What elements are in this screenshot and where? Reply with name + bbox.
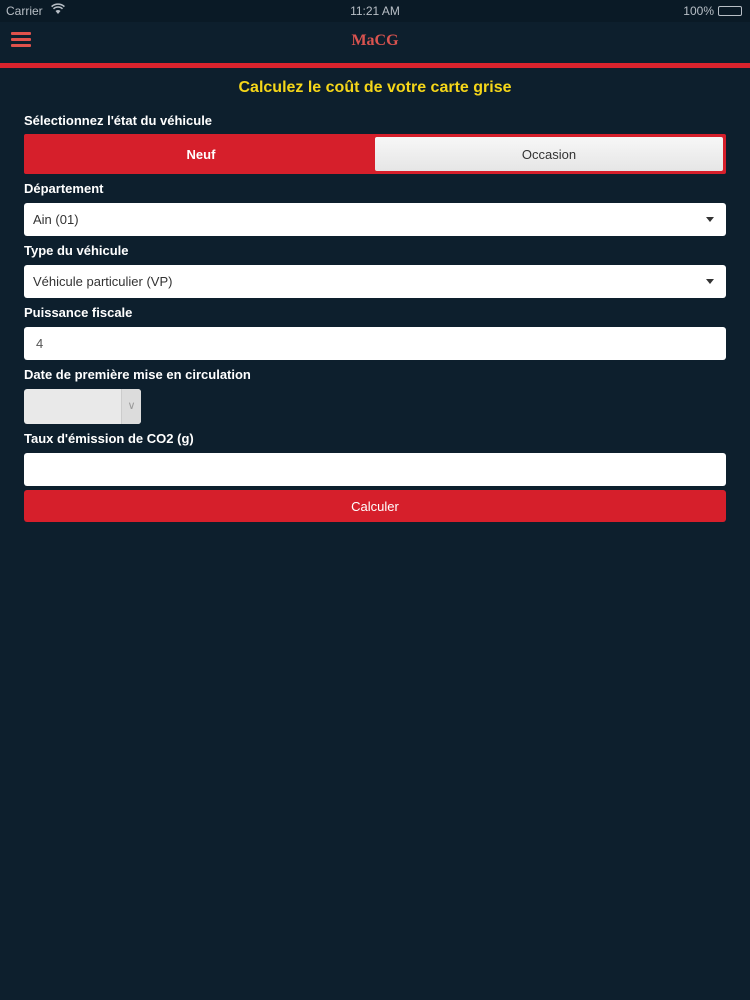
app-title: MaCG bbox=[351, 32, 399, 49]
vehicle-type-label: Type du véhicule bbox=[24, 243, 129, 258]
first-registration-date-picker[interactable]: ∨ bbox=[24, 389, 141, 424]
chevron-down-icon bbox=[706, 217, 714, 222]
department-select[interactable]: Ain (01) bbox=[24, 203, 726, 236]
vehicle-type-select[interactable]: Véhicule particulier (VP) bbox=[24, 265, 726, 298]
first-registration-label: Date de première mise en circulation bbox=[24, 367, 251, 382]
option-neuf-button[interactable]: Neuf bbox=[27, 137, 375, 171]
chevron-down-icon: ∨ bbox=[121, 389, 141, 424]
co2-input[interactable] bbox=[24, 453, 726, 486]
status-bar: Carrier 11:21 AM 100% bbox=[0, 0, 750, 22]
navigation-bar: MaCG bbox=[0, 22, 750, 63]
vehicle-state-toggle: Neuf Occasion bbox=[24, 134, 726, 174]
battery-icon bbox=[718, 6, 742, 16]
vehicle-state-label: Sélectionnez l'état du véhicule bbox=[24, 113, 213, 128]
fiscal-power-input[interactable]: 4 bbox=[24, 327, 726, 360]
department-label: Département bbox=[24, 181, 104, 196]
co2-label: Taux d'émission de CO2 (g) bbox=[24, 431, 194, 446]
department-value: Ain (01) bbox=[33, 212, 79, 227]
fiscal-power-label: Puissance fiscale bbox=[24, 305, 133, 320]
option-occasion-button[interactable]: Occasion bbox=[375, 137, 723, 171]
calculate-button[interactable]: Calculer bbox=[24, 490, 726, 522]
calculator-form: Calculez le coût de votre carte grise Sé… bbox=[24, 68, 726, 522]
status-time: 11:21 AM bbox=[350, 4, 400, 18]
page-title: Calculez le coût de votre carte grise bbox=[238, 79, 512, 96]
battery-percentage: 100% bbox=[683, 4, 714, 18]
chevron-down-icon bbox=[706, 279, 714, 284]
vehicle-type-value: Véhicule particulier (VP) bbox=[33, 274, 173, 289]
